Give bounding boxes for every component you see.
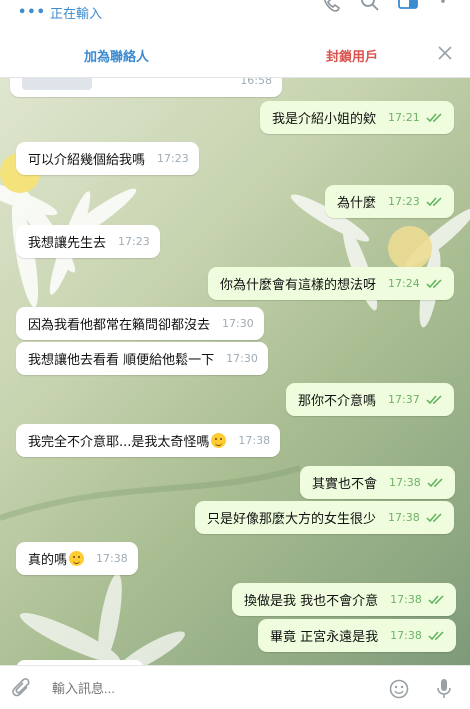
- message-text: 為什麼: [337, 196, 377, 211]
- message-input[interactable]: [52, 681, 362, 696]
- message-time: 17:23: [157, 152, 189, 165]
- laughing-emoji-icon: [69, 551, 85, 566]
- message-in[interactable]: 因為我看他都常在籟問卻都沒去 17:30: [16, 307, 264, 340]
- read-check-icon: [428, 630, 444, 640]
- message-text: 因為我看他都常在籟問卻都沒去: [28, 318, 211, 333]
- message-text: 你為什麼會有這樣的想法呀: [220, 278, 377, 293]
- message-time: 17:38: [390, 593, 422, 606]
- message-text: 其實也不會: [312, 477, 378, 492]
- message-text: 我是介紹小姐的欸: [272, 112, 377, 127]
- phone-icon[interactable]: [321, 0, 343, 14]
- message-in[interactable]: 我想讓先生去 17:23: [16, 225, 160, 258]
- message-text: 那你不介意嗎: [298, 394, 377, 409]
- worried-emoji-icon: [211, 433, 227, 448]
- message-text: 我想讓先生去: [28, 236, 107, 251]
- message-text: 畢竟 正宮永遠是我: [270, 630, 379, 645]
- read-check-icon: [426, 512, 442, 522]
- read-check-icon: [426, 112, 442, 122]
- read-check-icon: [426, 394, 442, 404]
- media-thumbnail[interactable]: [22, 78, 92, 90]
- microphone-icon[interactable]: [436, 678, 452, 700]
- message-in[interactable]: 我想讓他去看看 順便給他鬆一下 17:30: [16, 342, 268, 375]
- message-out[interactable]: 那你不介意嗎 17:37: [286, 383, 454, 416]
- sidebar-icon[interactable]: [397, 0, 419, 14]
- message-time: 17:24: [388, 277, 420, 290]
- message-time: 16:58: [240, 78, 272, 87]
- message-text-content: 真的嗎: [28, 553, 68, 568]
- chat-history[interactable]: 16:58 我是介紹小姐的欸 17:21 可以介紹幾個給我嗎 17:23 為什麼…: [0, 78, 470, 665]
- message-time: 17:30: [222, 317, 254, 330]
- message-time: 17:38: [238, 434, 271, 447]
- message-in[interactable]: 可以介紹幾個給我嗎 17:23: [16, 142, 199, 175]
- message-out[interactable]: 為什麼 17:23: [325, 185, 454, 218]
- message-time: 17:38: [389, 476, 421, 489]
- read-check-icon: [426, 278, 442, 288]
- message-text-content: 我完全不介意耶...是我太奇怪嗎: [28, 435, 210, 450]
- message-time: 17:23: [388, 195, 420, 208]
- typing-status: ••• 正在輸入: [18, 3, 102, 22]
- close-icon[interactable]: [436, 44, 454, 62]
- message-out[interactable]: 畢竟 正宮永遠是我 17:38: [258, 619, 456, 652]
- more-vertical-icon[interactable]: [436, 0, 450, 14]
- block-user-button[interactable]: 封鎖用戶: [326, 46, 378, 65]
- read-check-icon: [428, 594, 444, 604]
- typing-status-label: 正在輸入: [49, 7, 102, 22]
- message-text: 我想讓他去看看 順便給他鬆一下: [28, 353, 215, 368]
- smiley-icon[interactable]: [389, 679, 409, 699]
- add-contact-button[interactable]: 加為聯絡人: [84, 46, 149, 65]
- message-time: 17:23: [118, 235, 150, 248]
- message-time: 17:30: [226, 352, 258, 365]
- message-in[interactable]: 真的嗎 17:38: [16, 542, 138, 575]
- read-check-icon: [427, 477, 443, 487]
- message-out[interactable]: 我是介紹小姐的欸 17:21: [260, 101, 454, 134]
- message-text: 我完全不介意耶...是我太奇怪嗎: [28, 431, 227, 450]
- message-text: 只是好像那麼大方的女生很少: [207, 512, 377, 527]
- message-time: 17:38: [390, 629, 422, 642]
- chat-header: ••• 正在輸入: [0, 0, 470, 30]
- message-out[interactable]: 換做是我 我也不會介意 17:38: [232, 583, 456, 616]
- message-time: 17:21: [388, 111, 420, 124]
- message-time: 17:38: [388, 511, 420, 524]
- paperclip-icon[interactable]: [12, 678, 32, 700]
- message-time: 17:37: [388, 393, 420, 406]
- message-text: 換做是我 我也不會介意: [244, 594, 379, 609]
- message-out[interactable]: 你為什麼會有這樣的想法呀 17:24: [208, 267, 454, 300]
- message-time: 17:38: [96, 552, 128, 565]
- message-out[interactable]: 只是好像那麼大方的女生很少 17:38: [195, 501, 454, 534]
- typing-dots: •••: [18, 5, 46, 20]
- message-text: 可以介紹幾個給我嗎: [28, 153, 146, 168]
- search-icon[interactable]: [359, 0, 381, 14]
- message-in[interactable]: 16:58: [10, 78, 282, 97]
- contact-action-bar: 加為聯絡人 封鎖用戶: [0, 30, 470, 78]
- message-out[interactable]: 其實也不會 17:38: [300, 466, 455, 499]
- read-check-icon: [426, 196, 442, 206]
- message-text: 真的嗎: [28, 549, 85, 568]
- message-in[interactable]: 我完全不介意耶...是我太奇怪嗎 17:38: [16, 424, 281, 457]
- message-composer: [0, 665, 470, 709]
